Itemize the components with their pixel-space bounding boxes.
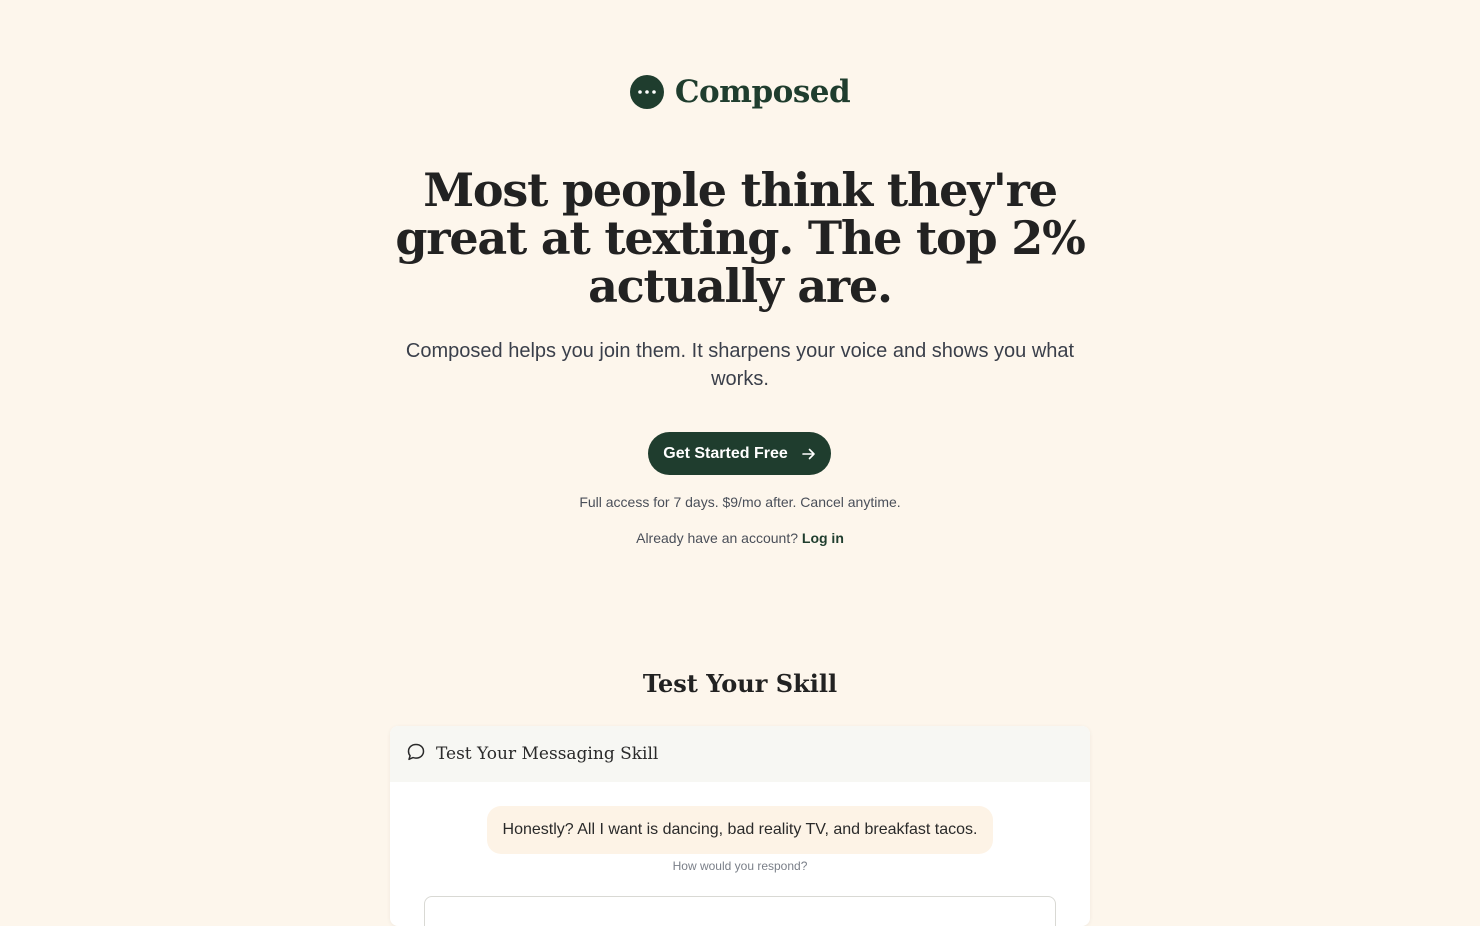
- chat-dots-icon: [629, 75, 664, 109]
- get-started-button[interactable]: Get Started Free: [648, 432, 831, 475]
- card-header-title: Test Your Messaging Skill: [436, 744, 659, 764]
- hero-subhead: Composed helps you join them. It sharpen…: [405, 340, 1075, 390]
- hero-headline: Most people think they're great at texti…: [395, 163, 1085, 313]
- incoming-message-bubble: Honestly? All I want is dancing, bad rea…: [487, 806, 993, 854]
- chat-bubble-icon: [406, 742, 426, 767]
- get-started-label: Get Started Free: [663, 444, 788, 462]
- login-link[interactable]: Log in: [802, 530, 844, 546]
- skill-test-card: Test Your Messaging Skill Honestly? All …: [390, 726, 1090, 926]
- incoming-message-text: Honestly? All I want is dancing, bad rea…: [502, 821, 978, 838]
- arrow-right-icon: [801, 448, 816, 460]
- login-prompt: Already have an account?: [636, 530, 798, 546]
- trial-fine-print: Full access for 7 days. $9/mo after. Can…: [579, 494, 901, 510]
- login-line: Already have an account? Log in: [390, 529, 1090, 547]
- response-prompt: How would you respond?: [672, 859, 808, 873]
- brand-name: Composed: [674, 74, 851, 110]
- card-header: Test Your Messaging Skill: [390, 726, 1090, 782]
- skill-section-title: Test Your Skill: [642, 669, 838, 698]
- brand[interactable]: Composed: [0, 74, 1480, 110]
- response-input[interactable]: [424, 896, 1056, 926]
